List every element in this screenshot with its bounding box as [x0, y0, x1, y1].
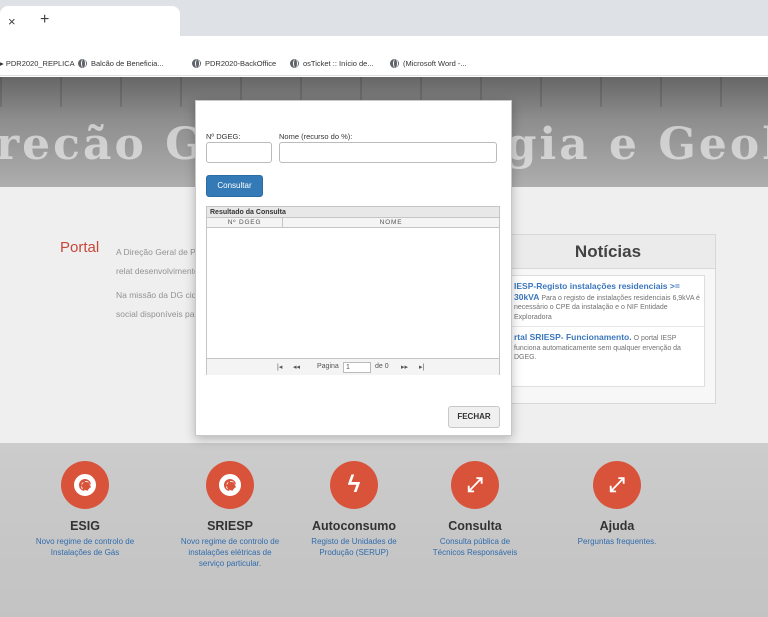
next-page-icon[interactable]: ▸▸: [401, 363, 408, 371]
first-page-icon[interactable]: |◂: [277, 363, 282, 371]
grid-pager: |◂ ◂◂ Pagina 1 de 0 ▸▸ ▸|: [207, 358, 499, 375]
bookmark-osticket[interactable]: osTicket :: Início de...: [290, 59, 374, 68]
column-header-dgeg[interactable]: Nº DGEG: [207, 218, 283, 228]
results-grid: Resultado da Consulta Nº DGEG NOME |◂ ◂◂…: [206, 206, 500, 375]
consulta-modal: Nº DGEG: Nome (recurso do %): Consultar …: [195, 100, 512, 436]
bookmarks-bar: ▸ PDR2020_REPLICA Balcão de Beneficia...…: [0, 52, 768, 76]
browser-toolbar: [0, 36, 768, 52]
close-tab-icon[interactable]: ×: [8, 14, 16, 29]
browser-tabstrip: × +: [0, 0, 768, 36]
consultar-button[interactable]: Consultar: [206, 175, 263, 197]
globe-icon: [390, 59, 399, 68]
page-number-input[interactable]: 1: [343, 362, 371, 373]
prev-page-icon[interactable]: ◂◂: [293, 363, 300, 371]
bookmark-balcao[interactable]: Balcão de Beneficia...: [78, 59, 164, 68]
bookmark-pdr2020-replica[interactable]: ▸ PDR2020_REPLICA: [0, 59, 75, 68]
globe-icon: [290, 59, 299, 68]
nome-label: Nome (recurso do %):: [279, 132, 353, 141]
globe-icon: [78, 59, 87, 68]
bookmark-backoffice[interactable]: PDR2020-BackOffice: [192, 59, 276, 68]
bookmark-microsoft-word[interactable]: (Microsoft Word -...: [390, 59, 467, 68]
last-page-icon[interactable]: ▸|: [419, 363, 424, 371]
column-header-nome[interactable]: NOME: [283, 218, 499, 228]
dgeg-input[interactable]: [206, 142, 272, 163]
fechar-button[interactable]: FECHAR: [448, 406, 500, 428]
page-total: de 0: [375, 363, 389, 370]
grid-header: Nº DGEG NOME: [207, 218, 499, 228]
page-label: Pagina: [317, 363, 339, 370]
nome-input[interactable]: [279, 142, 497, 163]
grid-caption: Resultado da Consulta: [207, 207, 499, 218]
dgeg-label: Nº DGEG:: [206, 132, 241, 141]
globe-icon: [192, 59, 201, 68]
new-tab-button[interactable]: +: [40, 11, 49, 29]
browser-tab[interactable]: ×: [0, 6, 180, 36]
